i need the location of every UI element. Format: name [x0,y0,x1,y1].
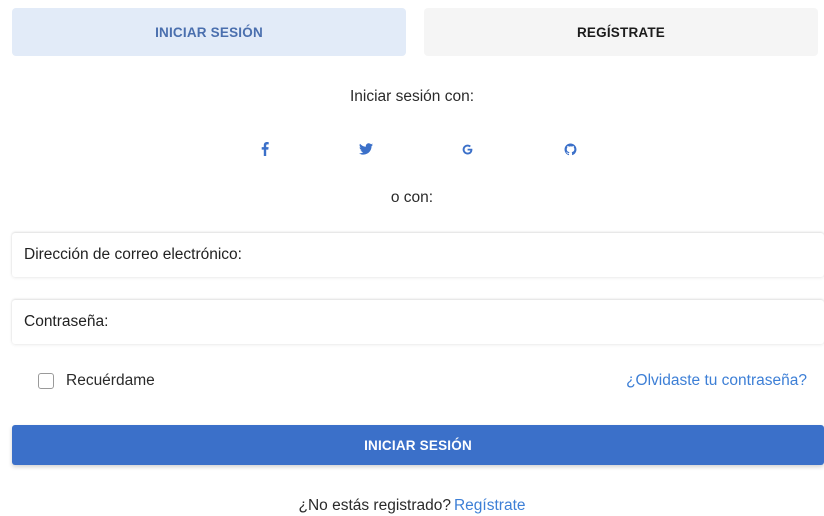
remember-me-label: Recuérdame [66,372,155,389]
register-link[interactable]: Regístrate [454,497,526,514]
login-submit-button[interactable]: INICIAR SESIÓN [12,425,824,465]
google-button[interactable] [452,134,482,164]
password-field-wrapper [12,300,824,344]
facebook-icon [261,142,269,156]
social-login-heading: Iniciar sesión con: [349,88,475,105]
email-field-wrapper [12,233,824,277]
github-button[interactable] [555,134,585,164]
password-field[interactable] [24,300,824,344]
remember-me-option[interactable]: Recuérdame [38,372,155,390]
register-prompt: ¿No estás registrado? Regístrate [0,497,824,515]
alternative-login-label: o con: [390,189,434,206]
tab-login[interactable]: INICIAR SESIÓN [12,8,406,56]
forgot-password-link[interactable]: ¿Olvidaste tu contraseña? [626,372,807,390]
social-buttons [0,134,824,164]
remember-me-checkbox[interactable] [38,373,54,389]
auth-tabs: INICIAR SESIÓN REGÍSTRATE [12,8,818,56]
facebook-button[interactable] [250,134,280,164]
tab-register[interactable]: REGÍSTRATE [424,8,818,56]
twitter-button[interactable] [351,134,381,164]
email-field[interactable] [24,233,824,277]
google-icon [462,144,472,154]
register-question: ¿No estás registrado? [298,497,451,514]
github-icon [564,143,576,155]
twitter-icon [359,143,373,155]
login-page: INICIAR SESIÓN REGÍSTRATE Iniciar sesión… [0,0,824,516]
